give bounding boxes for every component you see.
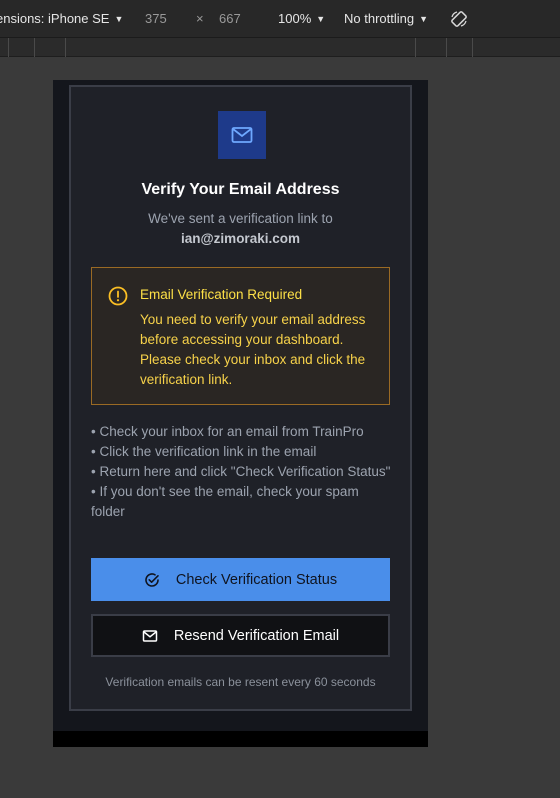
- chevron-down-icon: ▼: [114, 14, 124, 24]
- resend-email-label: Resend Verification Email: [173, 627, 340, 644]
- list-item: • Click the verification link in the ema…: [91, 444, 317, 459]
- chevron-down-icon: ▼: [419, 14, 429, 24]
- device-select[interactable]: ensions: iPhone SE ▼: [0, 11, 123, 26]
- resend-footnote: Verification emails can be resent every …: [105, 675, 376, 689]
- mail-icon: [231, 127, 253, 143]
- chevron-down-icon: ▼: [316, 14, 326, 24]
- media-query-ruler: [0, 38, 560, 57]
- dimension-separator: ×: [196, 11, 204, 26]
- user-email: ian@zimoraki.com: [181, 231, 300, 246]
- width-input[interactable]: 375: [145, 11, 167, 26]
- list-item: • If you don't see the email, check your…: [91, 484, 359, 519]
- rotate-icon[interactable]: [449, 9, 469, 29]
- viewport-bottom-strip: [53, 731, 428, 747]
- verify-email-card: Verify Your Email Address We've sent a v…: [69, 85, 412, 711]
- device-viewport: Verify Your Email Address We've sent a v…: [53, 80, 428, 747]
- warning-icon: [108, 286, 128, 306]
- alert-body: You need to verify your email address be…: [140, 312, 366, 387]
- resend-email-button[interactable]: Resend Verification Email: [91, 614, 390, 657]
- verification-alert: Email Verification Required You need to …: [91, 267, 390, 405]
- mail-icon: [142, 629, 158, 642]
- throttling-select[interactable]: No throttling ▼: [344, 11, 428, 26]
- check-verification-label: Check Verification Status: [175, 571, 338, 588]
- mail-badge: [218, 111, 266, 159]
- alert-title: Email Verification Required: [140, 287, 303, 302]
- throttling-label: No throttling: [344, 11, 415, 26]
- instruction-list: • Check your inbox for an email from Tra…: [91, 422, 391, 522]
- list-item: • Return here and click "Check Verificat…: [91, 464, 391, 479]
- zoom-label: 100%: [278, 11, 312, 26]
- device-select-label: ensions: iPhone SE: [0, 11, 110, 26]
- list-item: • Check your inbox for an email from Tra…: [91, 424, 364, 439]
- height-input[interactable]: 667: [219, 11, 241, 26]
- devtools-device-toolbar: ensions: iPhone SE ▼ 375 × 667 100% ▼ No t…: [0, 0, 560, 38]
- zoom-select[interactable]: 100% ▼: [278, 11, 325, 26]
- check-circle-icon: [145, 572, 159, 587]
- subtitle: We've sent a verification link to: [148, 211, 333, 226]
- check-verification-button[interactable]: Check Verification Status: [91, 558, 390, 601]
- page-title: Verify Your Email Address: [141, 181, 340, 198]
